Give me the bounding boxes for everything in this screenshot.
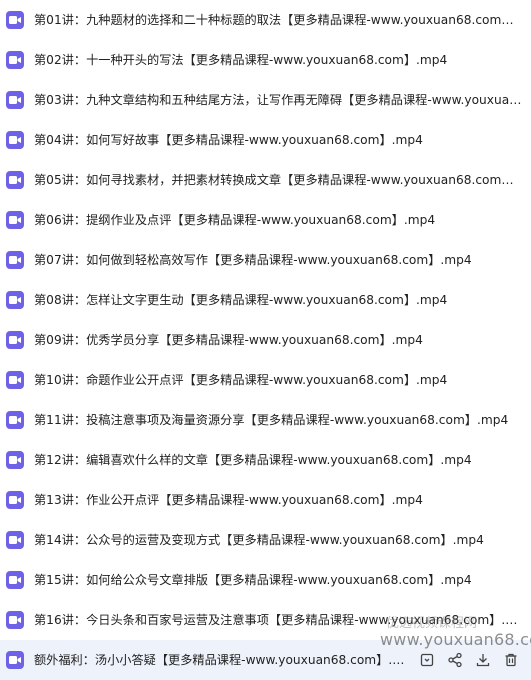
video-file-icon — [6, 291, 24, 309]
file-row[interactable]: 第11讲：投稿注意事项及海量资源分享【更多精品课程-www.youxuan68.… — [0, 400, 531, 440]
file-name[interactable]: 第11讲：投稿注意事项及海量资源分享【更多精品课程-www.youxuan68.… — [34, 400, 522, 440]
file-name[interactable]: 第09讲：优秀学员分享【更多精品课程-www.youxuan68.com】.mp… — [34, 320, 522, 360]
video-file-icon — [6, 131, 24, 149]
video-file-icon — [6, 611, 24, 629]
file-row[interactable]: 第06讲：提纲作业及点评【更多精品课程-www.youxuan68.com】.m… — [0, 200, 531, 240]
file-name[interactable]: 第02讲：十一种开头的写法【更多精品课程-www.youxuan68.com】.… — [34, 40, 522, 80]
delete-icon[interactable] — [497, 646, 525, 674]
file-row[interactable]: 第03讲：九种文章结构和五种结尾方法，让写作再无障碍【更多精品课程-www.yo… — [0, 80, 531, 120]
video-file-icon — [6, 451, 24, 469]
file-row[interactable]: 第15讲：如何给公众号文章排版【更多精品课程-www.youxuan68.com… — [0, 560, 531, 600]
video-file-icon — [6, 211, 24, 229]
video-file-icon — [6, 331, 24, 349]
video-file-icon — [6, 51, 24, 69]
file-row[interactable]: 第04讲：如何写好故事【更多精品课程-www.youxuan68.com】.mp… — [0, 120, 531, 160]
file-name[interactable]: 第04讲：如何写好故事【更多精品课程-www.youxuan68.com】.mp… — [34, 120, 522, 160]
file-name[interactable]: 第07讲：如何做到轻松高效写作【更多精品课程-www.youxuan68.com… — [34, 240, 522, 280]
video-file-icon — [6, 651, 24, 669]
video-file-icon — [6, 371, 24, 389]
file-name[interactable]: 第05讲：如何寻找素材，并把素材转换成文章【更多精品课程-www.youxuan… — [34, 160, 522, 200]
file-name[interactable]: 第13讲：作业公开点评【更多精品课程-www.youxuan68.com】.mp… — [34, 480, 522, 520]
file-name[interactable]: 第01讲：九种题材的选择和二十种标题的取法【更多精品课程-www.youxuan… — [34, 0, 522, 40]
watermark-cn: 优选视频课程网 — [386, 616, 478, 631]
file-row[interactable]: 第14讲：公众号的运营及变现方式【更多精品课程-www.youxuan68.co… — [0, 520, 531, 560]
file-row[interactable]: 第02讲：十一种开头的写法【更多精品课程-www.youxuan68.com】.… — [0, 40, 531, 80]
file-name[interactable]: 第15讲：如何给公众号文章排版【更多精品课程-www.youxuan68.com… — [34, 560, 522, 600]
file-row[interactable]: 第05讲：如何寻找素材，并把素材转换成文章【更多精品课程-www.youxuan… — [0, 160, 531, 200]
watermark: www.youxuan68.com — [380, 630, 531, 649]
file-name[interactable]: 第06讲：提纲作业及点评【更多精品课程-www.youxuan68.com】.m… — [34, 200, 522, 240]
file-name[interactable]: 第10讲：命题作业公开点评【更多精品课程-www.youxuan68.com】.… — [34, 360, 522, 400]
file-name[interactable]: 额外福利：汤小小答疑【更多精品课程-www.youxuan68.com】.mp4 — [34, 640, 414, 680]
file-name[interactable]: 第14讲：公众号的运营及变现方式【更多精品课程-www.youxuan68.co… — [34, 520, 522, 560]
file-name[interactable]: 第12讲：编辑喜欢什么样的文章【更多精品课程-www.youxuan68.com… — [34, 440, 522, 480]
file-row[interactable]: 第10讲：命题作业公开点评【更多精品课程-www.youxuan68.com】.… — [0, 360, 531, 400]
video-file-icon — [6, 531, 24, 549]
share-icon[interactable] — [441, 646, 469, 674]
video-file-icon — [6, 91, 24, 109]
file-row[interactable]: 第07讲：如何做到轻松高效写作【更多精品课程-www.youxuan68.com… — [0, 240, 531, 280]
video-file-icon — [6, 571, 24, 589]
file-row[interactable]: 第12讲：编辑喜欢什么样的文章【更多精品课程-www.youxuan68.com… — [0, 440, 531, 480]
video-file-icon — [6, 171, 24, 189]
video-file-icon — [6, 11, 24, 29]
video-file-icon — [6, 251, 24, 269]
video-file-icon — [6, 491, 24, 509]
file-row[interactable]: 第13讲：作业公开点评【更多精品课程-www.youxuan68.com】.mp… — [0, 480, 531, 520]
file-row[interactable]: 第09讲：优秀学员分享【更多精品课程-www.youxuan68.com】.mp… — [0, 320, 531, 360]
video-file-icon — [6, 411, 24, 429]
file-name[interactable]: 第03讲：九种文章结构和五种结尾方法，让写作再无障碍【更多精品课程-www.yo… — [34, 80, 522, 120]
file-row[interactable]: 第01讲：九种题材的选择和二十种标题的取法【更多精品课程-www.youxuan… — [0, 0, 531, 40]
file-name[interactable]: 第08讲：怎样让文字更生动【更多精品课程-www.youxuan68.com】.… — [34, 280, 522, 320]
open-icon[interactable] — [413, 646, 441, 674]
file-row[interactable]: 第08讲：怎样让文字更生动【更多精品课程-www.youxuan68.com】.… — [0, 280, 531, 320]
download-icon[interactable] — [469, 646, 497, 674]
